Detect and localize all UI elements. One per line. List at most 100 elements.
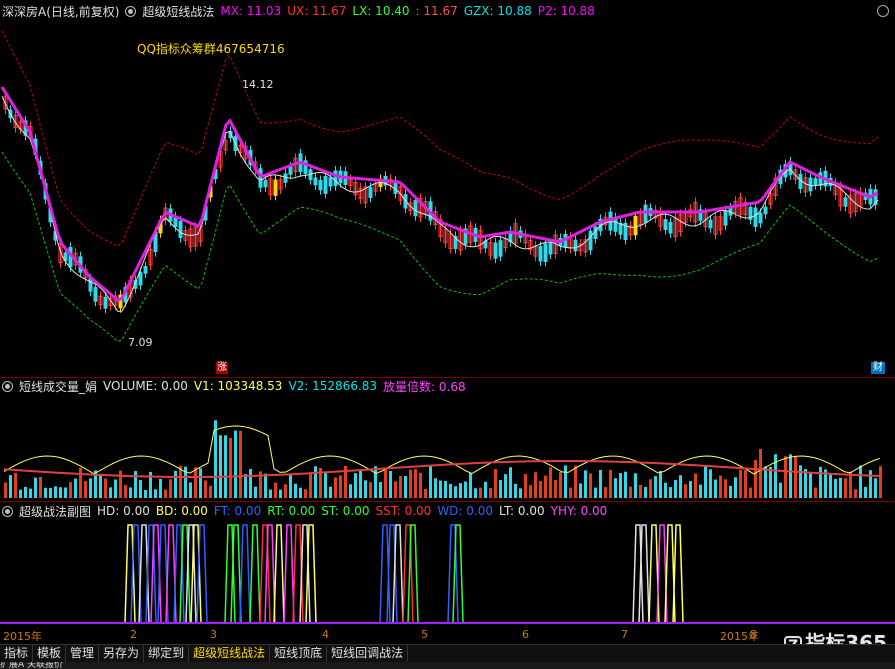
volume-bar <box>654 476 657 498</box>
indicator-chart[interactable] <box>0 519 895 626</box>
bottom-status-bar: 扩展A 关联报价 <box>0 662 895 669</box>
volume-bar <box>19 489 22 498</box>
tab-manage[interactable]: 管理 <box>66 645 100 662</box>
volume-bar <box>324 472 327 498</box>
volume-bar <box>619 473 622 498</box>
tab-short-top-bottom[interactable]: 短线顶底 <box>270 645 328 662</box>
volume-bar <box>404 475 407 498</box>
volume-bar <box>99 474 102 498</box>
indicator-tab-bar: 指标 模板 管理 另存为 绑定到 超级短线战法 短线顶底 短线回调战法 <box>0 644 895 662</box>
volume-bar <box>744 470 747 498</box>
lt-value: LT: 0.00 <box>499 504 545 518</box>
settings-icon[interactable] <box>125 5 137 17</box>
volume-bar <box>64 487 67 498</box>
volume-title[interactable]: 短线成交量_娟 <box>19 378 97 395</box>
candle <box>808 177 813 192</box>
volume-bar <box>679 475 682 498</box>
tab-template[interactable]: 模板 <box>33 645 67 662</box>
candle <box>263 179 268 188</box>
indicator-title[interactable]: 超级战法副图 <box>19 503 91 520</box>
candle <box>493 242 498 259</box>
volume-bar <box>874 478 877 498</box>
volume-bar <box>584 470 587 498</box>
volume-bar <box>644 487 647 498</box>
close-panel-icon[interactable] <box>877 5 889 17</box>
volume-bar <box>694 473 697 498</box>
candle <box>273 179 278 196</box>
wd-value: WD: 0.00 <box>437 504 493 518</box>
volume-bar <box>854 489 857 498</box>
volume-bar <box>469 472 472 498</box>
volume-bar <box>489 488 492 498</box>
volume-bar <box>374 466 377 498</box>
volume-bar <box>329 486 332 498</box>
stock-title[interactable]: 深深房A(日线,前复权) <box>2 3 119 20</box>
volume-bar <box>659 470 662 498</box>
volume-bar <box>359 470 362 498</box>
volume-bar <box>834 478 837 498</box>
volume-bar <box>189 482 192 498</box>
volume-bar <box>684 484 687 498</box>
volume-bar <box>289 474 292 498</box>
candle <box>283 173 288 183</box>
candle <box>633 215 638 236</box>
volume-bar <box>754 459 757 498</box>
volume-bar <box>669 487 672 498</box>
candle <box>668 222 673 234</box>
bd-value: BD: 0.00 <box>155 504 208 518</box>
volume-bar <box>519 488 522 498</box>
volume-bar <box>429 465 432 498</box>
volume-bar <box>39 476 42 498</box>
indicator-name[interactable]: 超级短线战法 <box>142 3 214 20</box>
volume-bar <box>4 482 7 498</box>
volume-bar <box>139 480 142 498</box>
volume-bar <box>734 477 737 498</box>
volume-bar <box>509 467 512 498</box>
candle <box>103 296 108 309</box>
tab-super-short-line[interactable]: 超级短线战法 <box>189 645 271 662</box>
volume-bar <box>14 472 17 498</box>
gzx-value: GZX: 10.88 <box>463 4 532 18</box>
indicator-settings-icon[interactable] <box>2 505 13 517</box>
sst-value: SST: 0.00 <box>375 504 432 518</box>
candle <box>328 177 333 187</box>
volume-bar <box>299 487 302 498</box>
p2-value: P2: 10.88 <box>537 4 595 18</box>
volume-chart[interactable] <box>0 394 895 501</box>
volume-bar <box>84 481 87 498</box>
candle <box>753 207 758 227</box>
volume-bar <box>664 482 667 498</box>
volume-bar <box>564 465 567 498</box>
volume-bar <box>864 486 867 498</box>
volume-bar <box>529 485 532 498</box>
tab-indicator[interactable]: 指标 <box>0 645 34 662</box>
volume-bar <box>479 487 482 498</box>
volume-bar <box>599 470 602 498</box>
volume-settings-icon[interactable] <box>2 380 13 392</box>
volume-value: VOLUME: 0.00 <box>103 379 188 393</box>
volume-header: 短线成交量_娟 VOLUME: 0.00 V1: 103348.53 V2: 1… <box>2 378 472 394</box>
tab-short-pullback[interactable]: 短线回调战法 <box>327 645 409 662</box>
volume-bar <box>554 480 557 498</box>
volume-bar <box>504 474 507 498</box>
tab-save-as[interactable]: 另存为 <box>99 645 145 662</box>
volume-bar <box>494 468 497 498</box>
date-label: 5 <box>421 628 428 641</box>
price-chart[interactable] <box>0 20 895 376</box>
volume-bar <box>449 483 452 498</box>
volume-bar <box>614 478 617 498</box>
volume-bar <box>264 473 267 498</box>
volume-bar <box>629 486 632 498</box>
volume-bar <box>534 472 537 498</box>
candle <box>588 230 593 251</box>
candle <box>143 266 148 274</box>
candle <box>813 178 818 186</box>
main-chart-header: 深深房A(日线,前复权) 超级短线战法 MX: 11.03 UX: 11.67 … <box>2 3 601 19</box>
volume-bar <box>159 478 162 498</box>
volume-bar <box>224 435 227 498</box>
volume-bar <box>44 487 47 498</box>
volume-bar <box>364 480 367 498</box>
tab-bind-to[interactable]: 绑定到 <box>144 645 190 662</box>
volume-bar <box>209 485 212 498</box>
date-label: 2015年 <box>3 630 42 643</box>
